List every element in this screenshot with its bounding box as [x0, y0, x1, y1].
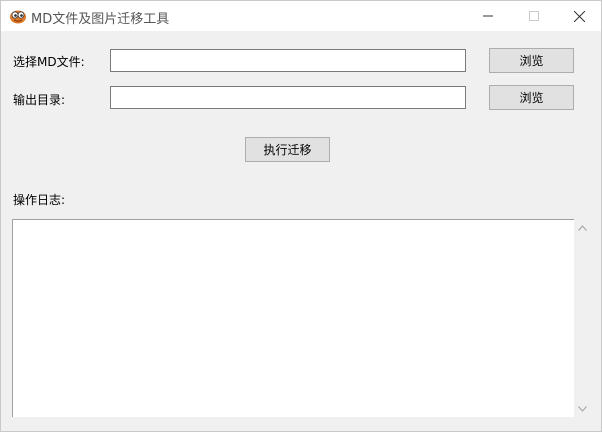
md-file-label: 选择MD文件:	[13, 55, 85, 69]
scroll-down-button[interactable]	[574, 400, 591, 417]
close-icon	[573, 10, 585, 22]
log-textarea[interactable]	[12, 219, 574, 417]
output-browse-button[interactable]: 浏览	[489, 85, 574, 110]
minimize-button[interactable]	[465, 1, 511, 31]
maximize-button[interactable]	[511, 1, 557, 31]
log-label: 操作日志:	[13, 193, 66, 207]
chevron-up-icon	[578, 224, 587, 231]
output-dir-field[interactable]	[110, 86, 466, 109]
md-browse-button[interactable]: 浏览	[489, 48, 574, 73]
md-file-input[interactable]	[111, 50, 465, 71]
window-title: MD文件及图片迁移工具	[31, 12, 170, 27]
title-bar[interactable]: MD文件及图片迁移工具	[1, 1, 601, 31]
output-dir-label: 输出目录:	[13, 93, 66, 107]
log-scrollbar[interactable]	[574, 219, 591, 417]
output-dir-input[interactable]	[111, 87, 465, 108]
run-migration-button[interactable]: 执行迁移	[245, 137, 330, 162]
cartoon-face-icon	[9, 8, 27, 24]
maximize-icon	[529, 11, 539, 21]
app-window: MD文件及图片迁移工具 选择MD文件: 浏览 输出目录: 浏览 执行迁移 操作日…	[0, 0, 602, 432]
close-button[interactable]	[556, 1, 602, 31]
minimize-icon	[483, 15, 493, 17]
md-file-field[interactable]	[110, 49, 466, 72]
scroll-up-button[interactable]	[574, 219, 591, 236]
chevron-down-icon	[578, 405, 587, 412]
